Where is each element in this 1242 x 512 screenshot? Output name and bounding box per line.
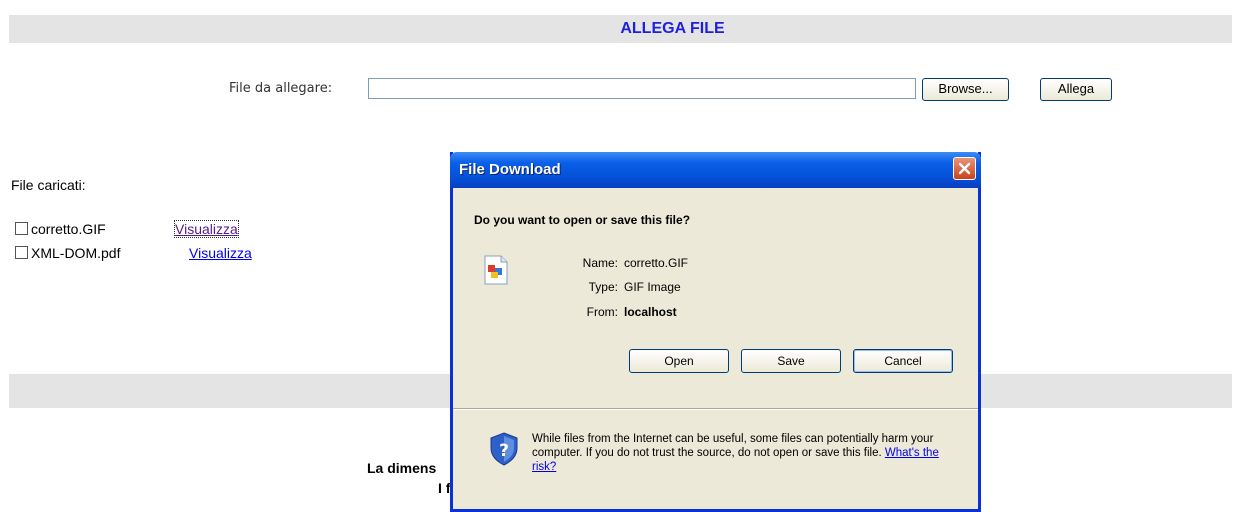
view-link[interactable]: Visualizza [174, 220, 239, 238]
open-button[interactable]: Open [629, 349, 729, 373]
file-row: corretto.GIF Visualizza [15, 220, 239, 238]
image-file-icon [484, 255, 508, 285]
browse-button[interactable]: Browse... [922, 78, 1009, 101]
upload-label: File da allegare: [229, 81, 333, 96]
type-value: GIF Image [624, 280, 681, 294]
type-label: Type: [588, 280, 618, 294]
file-path-input[interactable] [368, 78, 916, 99]
loaded-files-title: File caricati: [11, 177, 86, 193]
dialog-titlebar[interactable]: File Download [450, 152, 981, 188]
file-row: XML-DOM.pdf Visualizza [15, 245, 252, 261]
file-name: corretto.GIF [31, 221, 106, 237]
warning-message: While files from the Internet can be use… [532, 433, 934, 459]
file-name: XML-DOM.pdf [31, 245, 121, 261]
shield-icon: ? [490, 432, 518, 466]
file-checkbox[interactable] [15, 222, 28, 235]
file-download-dialog: File Download Do you want to open or sav… [450, 152, 981, 512]
file-checkbox[interactable] [15, 246, 28, 259]
dialog-question: Do you want to open or save this file? [474, 213, 691, 227]
bottom-text: La dimens [367, 460, 437, 476]
close-button[interactable] [953, 157, 976, 180]
close-icon [958, 162, 971, 175]
from-label: From: [586, 305, 618, 319]
name-value: corretto.GIF [624, 256, 689, 270]
svg-text:?: ? [499, 441, 509, 461]
dialog-separator [453, 408, 978, 410]
attach-button[interactable]: Allega [1040, 78, 1112, 101]
save-button[interactable]: Save [741, 349, 841, 373]
dialog-title: File Download [459, 161, 561, 178]
bottom-text: I f [438, 480, 451, 496]
page-title: ALLEGA FILE [620, 20, 725, 37]
from-value: localhost [624, 305, 677, 319]
title-bar: ALLEGA FILE [9, 15, 1232, 43]
name-label: Name: [582, 256, 618, 270]
view-link[interactable]: Visualizza [189, 245, 252, 261]
warning-text: While files from the Internet can be use… [532, 432, 962, 474]
cancel-button[interactable]: Cancel [853, 349, 953, 373]
